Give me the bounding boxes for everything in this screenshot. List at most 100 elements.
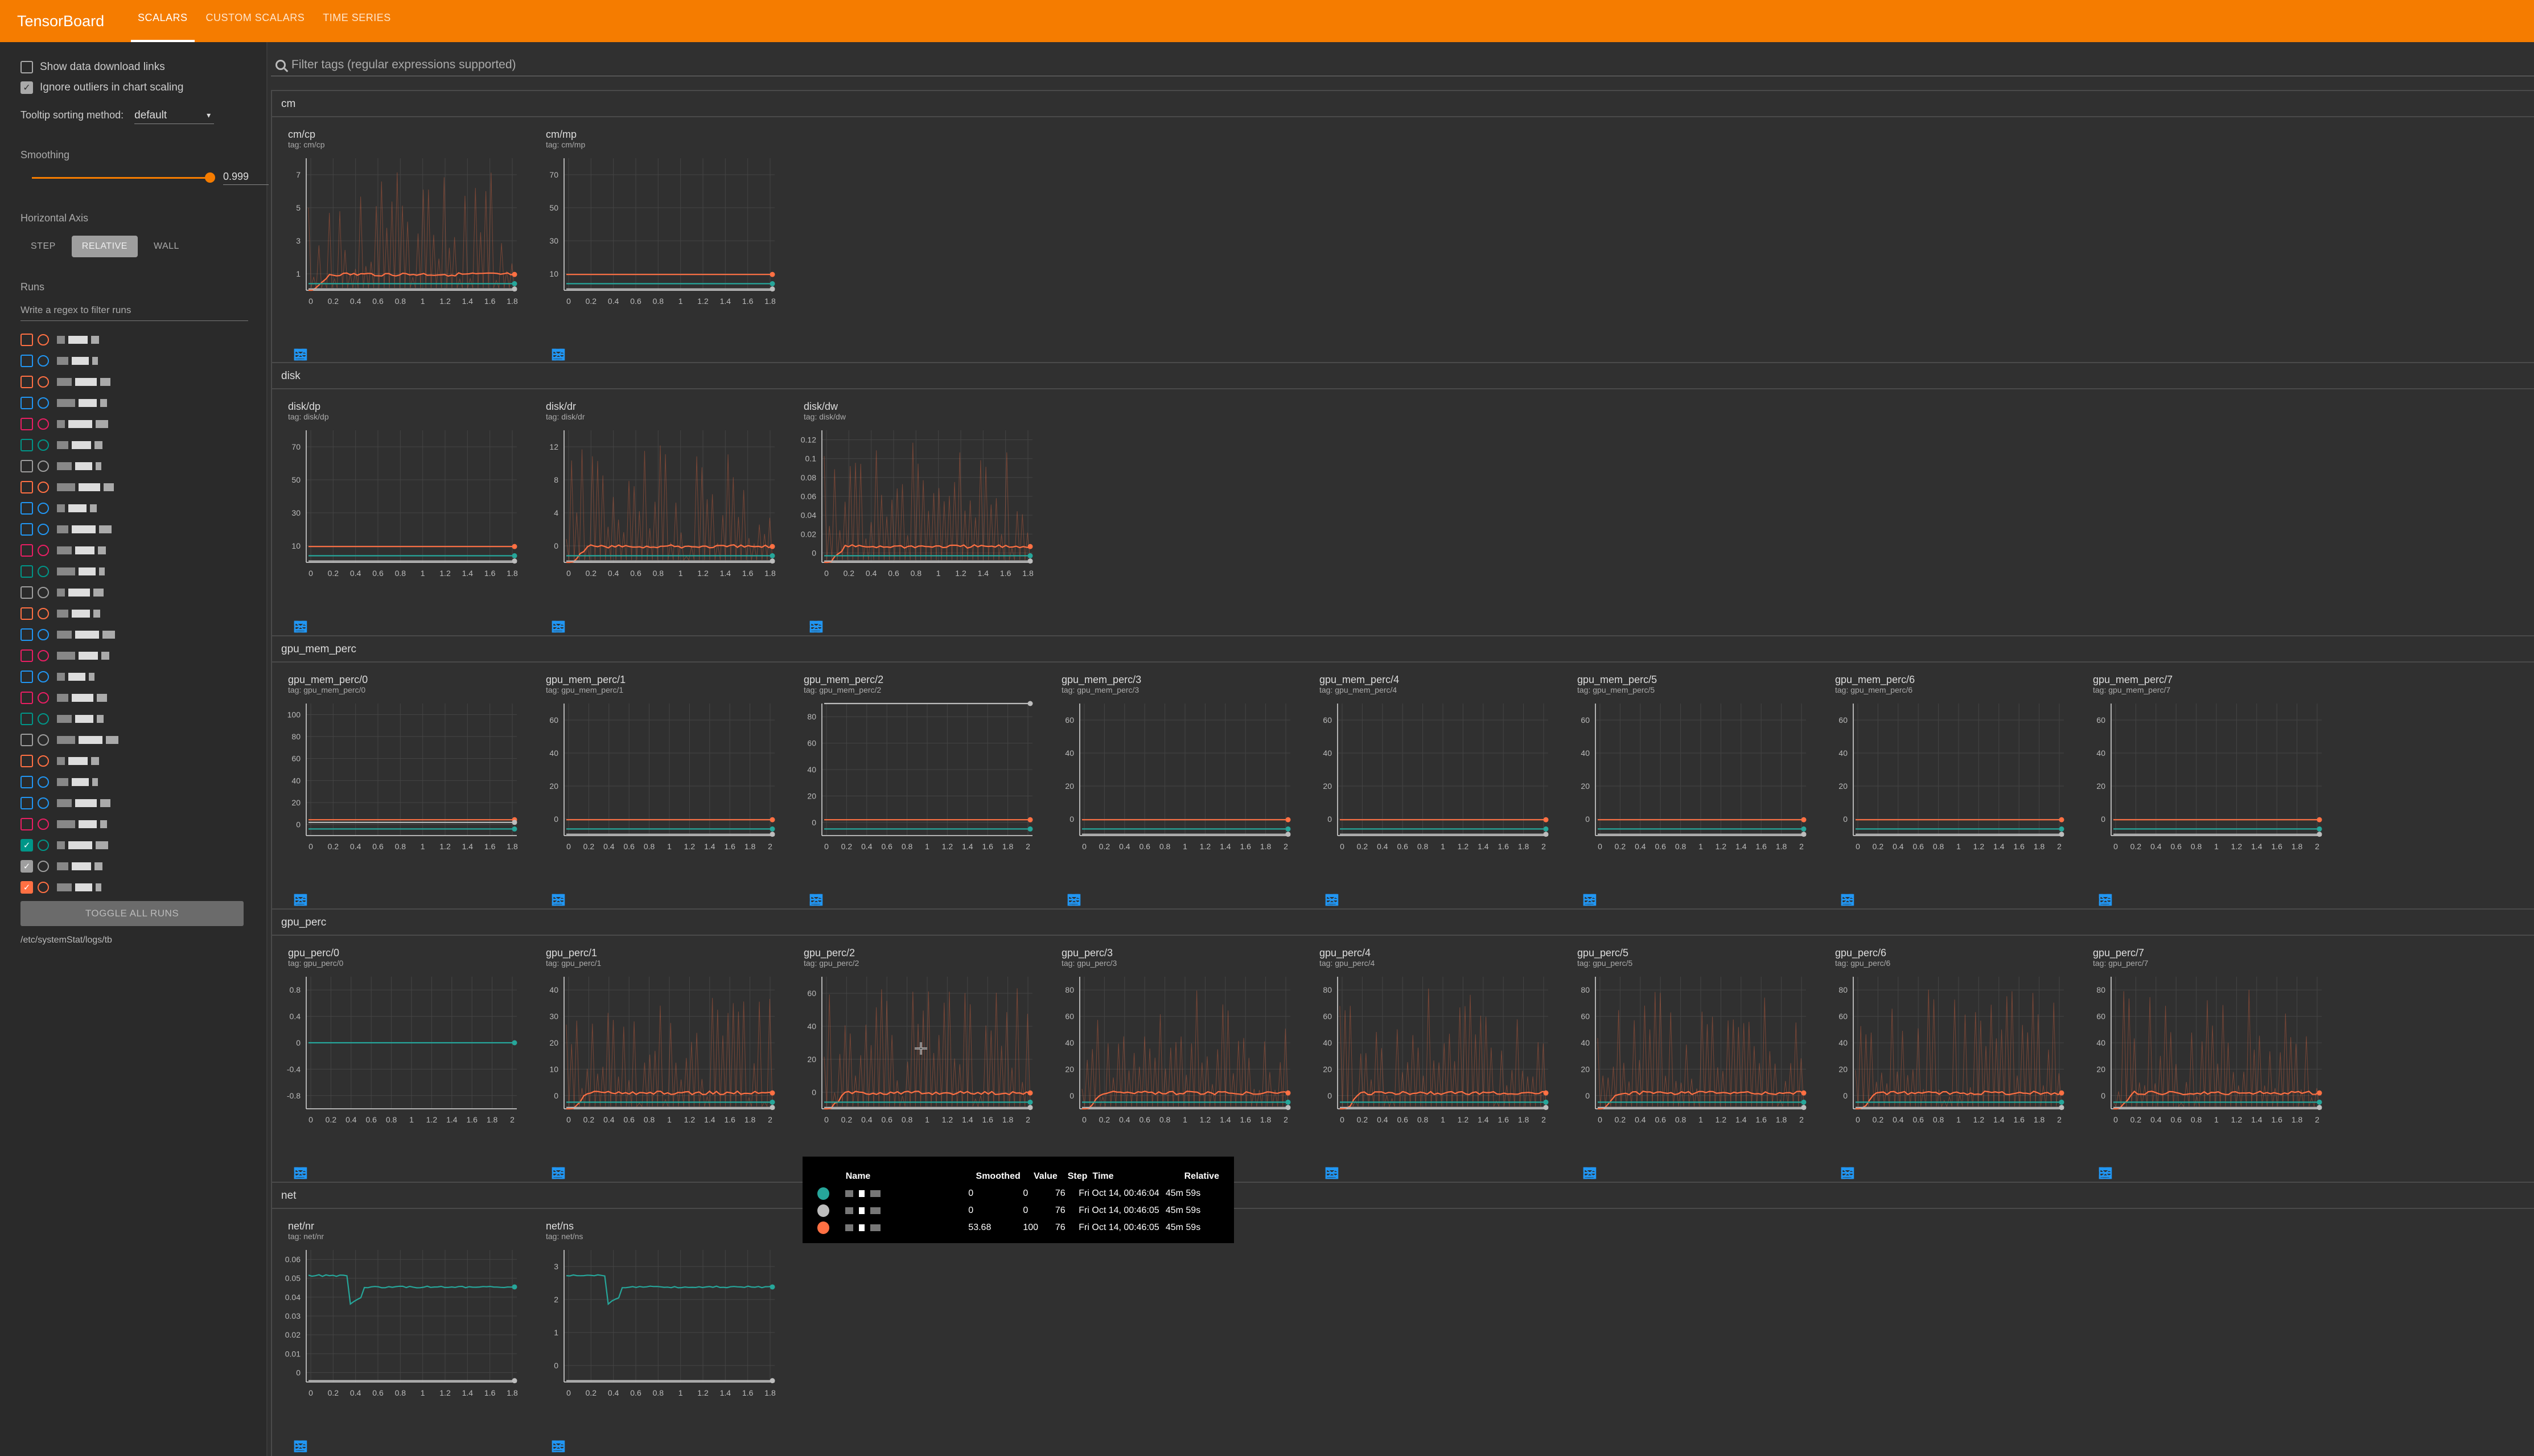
run-row[interactable]: ✓ <box>20 834 246 855</box>
run-row[interactable] <box>20 813 246 834</box>
chart-plot[interactable]: 0 20 40 60 0 0.2 0.4 0.6 0.8 1 1.2 1.4 1.6 1.8 2 <box>1819 698 2075 857</box>
run-color-icon[interactable] <box>38 649 49 661</box>
toggle-y-log-icon[interactable] <box>553 586 591 631</box>
fullscreen-icon[interactable] <box>809 1133 824 1179</box>
run-checkbox[interactable] <box>20 354 33 367</box>
runs-filter-input[interactable]: Write a regex to filter runs <box>20 305 248 321</box>
toggle-y-log-icon[interactable] <box>2100 1133 2138 1177</box>
fit-domain-icon[interactable] <box>552 314 616 361</box>
tab-custom-scalars[interactable]: CUSTOM SCALARS <box>199 0 312 42</box>
toggle-y-log-icon[interactable] <box>295 859 334 904</box>
show-download-links-checkbox[interactable] <box>20 61 33 73</box>
toggle-y-log-icon[interactable] <box>1326 859 1365 904</box>
toggle-y-log-icon[interactable] <box>1842 859 1881 904</box>
fullscreen-icon[interactable] <box>294 1133 308 1179</box>
group-header[interactable]: gpu_mem_perc <box>272 636 2534 663</box>
toggle-y-log-icon[interactable] <box>553 1133 591 1177</box>
fit-domain-icon[interactable] <box>294 859 359 906</box>
fullscreen-icon[interactable] <box>809 859 824 906</box>
run-color-icon[interactable] <box>38 713 49 725</box>
run-color-icon[interactable] <box>38 481 49 493</box>
run-row[interactable] <box>20 434 246 455</box>
run-checkbox[interactable] <box>20 501 33 515</box>
group-header[interactable]: cm <box>272 91 2534 117</box>
tag-filter-input[interactable]: Filter tags (regular expressions support… <box>271 54 2534 76</box>
chart-plot[interactable]: 0 0.02 0.04 0.06 0.08 0.1 0.12 0 0.2 0.4 0.6 0.8 1 1.… <box>788 425 1044 584</box>
smoothing-value-input[interactable]: 0.999 <box>223 171 269 185</box>
fit-domain-icon[interactable] <box>294 1406 359 1453</box>
run-row[interactable] <box>20 666 246 687</box>
run-checkbox[interactable] <box>20 754 33 767</box>
chart-plot[interactable]: 10 30 50 70 0 0.2 0.4 0.6 0.8 1 1.2 1.4 1.6 1.8 <box>530 153 786 312</box>
smoothing-thumb[interactable] <box>205 172 215 183</box>
run-checkbox[interactable] <box>20 607 33 620</box>
run-row[interactable]: ✓ <box>20 855 246 877</box>
fit-domain-icon[interactable] <box>2099 859 2163 906</box>
run-checkbox[interactable] <box>20 691 33 704</box>
run-color-icon[interactable] <box>38 502 49 514</box>
fullscreen-icon[interactable] <box>1067 1133 1082 1179</box>
run-row[interactable] <box>20 540 246 561</box>
toggle-y-log-icon[interactable] <box>1068 859 1107 904</box>
run-color-icon[interactable] <box>38 460 49 472</box>
chart-plot[interactable]: -0.8 -0.4 0 0.4 0.8 0 0.2 0.4 0.6 0.8 1 1.2 1.4 1.6 1.… <box>272 971 528 1130</box>
tooltip-sort-select[interactable]: default ▾ <box>134 109 215 124</box>
toggle-y-log-icon[interactable] <box>295 314 334 359</box>
run-row[interactable] <box>20 350 246 371</box>
toggle-y-log-icon[interactable] <box>553 1406 591 1450</box>
run-color-icon[interactable] <box>38 523 49 535</box>
fit-domain-icon[interactable] <box>294 314 359 361</box>
group-header[interactable]: gpu_perc <box>272 910 2534 936</box>
run-checkbox[interactable] <box>20 480 33 493</box>
run-color-icon[interactable] <box>38 776 49 788</box>
run-color-icon[interactable] <box>38 565 49 577</box>
run-checkbox[interactable]: ✓ <box>20 859 33 873</box>
run-color-icon[interactable] <box>38 355 49 367</box>
run-color-icon[interactable] <box>38 671 49 682</box>
chart-plot[interactable]: 0 0.01 0.02 0.03 0.04 0.05 0.06 0 0.2 0.4 0.6 0.8 1 1… <box>272 1244 528 1404</box>
run-checkbox[interactable] <box>20 438 33 451</box>
axis-step-button[interactable]: STEP <box>20 236 66 257</box>
fullscreen-icon[interactable] <box>552 859 566 906</box>
fit-domain-icon[interactable] <box>552 1406 616 1453</box>
axis-relative-button[interactable]: RELATIVE <box>71 236 138 257</box>
run-checkbox[interactable] <box>20 333 33 346</box>
fullscreen-icon[interactable] <box>294 859 308 906</box>
tab-time-series[interactable]: TIME SERIES <box>316 0 398 42</box>
tab-scalars[interactable]: SCALARS <box>131 0 195 42</box>
run-color-icon[interactable] <box>38 797 49 809</box>
run-color-icon[interactable] <box>38 544 49 556</box>
fit-domain-icon[interactable] <box>1841 859 1906 906</box>
run-row[interactable] <box>20 771 246 792</box>
run-checkbox[interactable] <box>20 775 33 788</box>
fullscreen-icon[interactable] <box>1067 859 1082 906</box>
fit-domain-icon[interactable] <box>1583 1133 1648 1179</box>
run-row[interactable] <box>20 708 246 729</box>
run-color-icon[interactable] <box>38 586 49 598</box>
fit-domain-icon[interactable] <box>2099 1133 2163 1179</box>
chart-plot[interactable]: 1 3 5 7 0 0.2 0.4 0.6 0.8 1 1.2 1.4 1.6 1.8 <box>272 153 528 312</box>
fullscreen-icon[interactable] <box>2099 1133 2113 1179</box>
toggle-y-log-icon[interactable] <box>811 859 849 904</box>
run-row[interactable] <box>20 519 246 540</box>
toggle-y-log-icon[interactable] <box>1326 1133 1365 1177</box>
chart-plot[interactable]: 0 20 40 60 0 0.2 0.4 0.6 0.8 1 1.2 1.4 1.6 1.8 2 <box>1303 698 1560 857</box>
fullscreen-icon[interactable] <box>1583 859 1598 906</box>
run-color-icon[interactable] <box>38 418 49 430</box>
fit-domain-icon[interactable] <box>552 1133 616 1179</box>
fit-domain-icon[interactable] <box>1583 859 1648 906</box>
fullscreen-icon[interactable] <box>552 1133 566 1179</box>
run-checkbox[interactable] <box>20 670 33 683</box>
chart-plot[interactable]: 0 20 40 60 80 0 0.2 0.4 0.6 0.8 1 1.2 1.4 1.6 1.8 2 <box>788 698 1044 857</box>
run-row[interactable] <box>20 561 246 582</box>
run-row[interactable]: ✓ <box>20 877 246 898</box>
toggle-y-log-icon[interactable] <box>553 859 591 904</box>
fullscreen-icon[interactable] <box>552 1406 566 1453</box>
run-row[interactable] <box>20 413 246 434</box>
chart-plot[interactable]: 0 20 40 60 0 0.2 0.4 0.6 0.8 1 1.2 1.4 1.6 1.8 2 <box>530 698 786 857</box>
ignore-outliers-option[interactable]: ✓ Ignore outliers in chart scaling <box>20 77 246 98</box>
run-color-icon[interactable] <box>38 755 49 767</box>
run-color-icon[interactable] <box>38 376 49 388</box>
fit-domain-icon[interactable] <box>809 1133 874 1179</box>
fullscreen-icon[interactable] <box>552 314 566 361</box>
